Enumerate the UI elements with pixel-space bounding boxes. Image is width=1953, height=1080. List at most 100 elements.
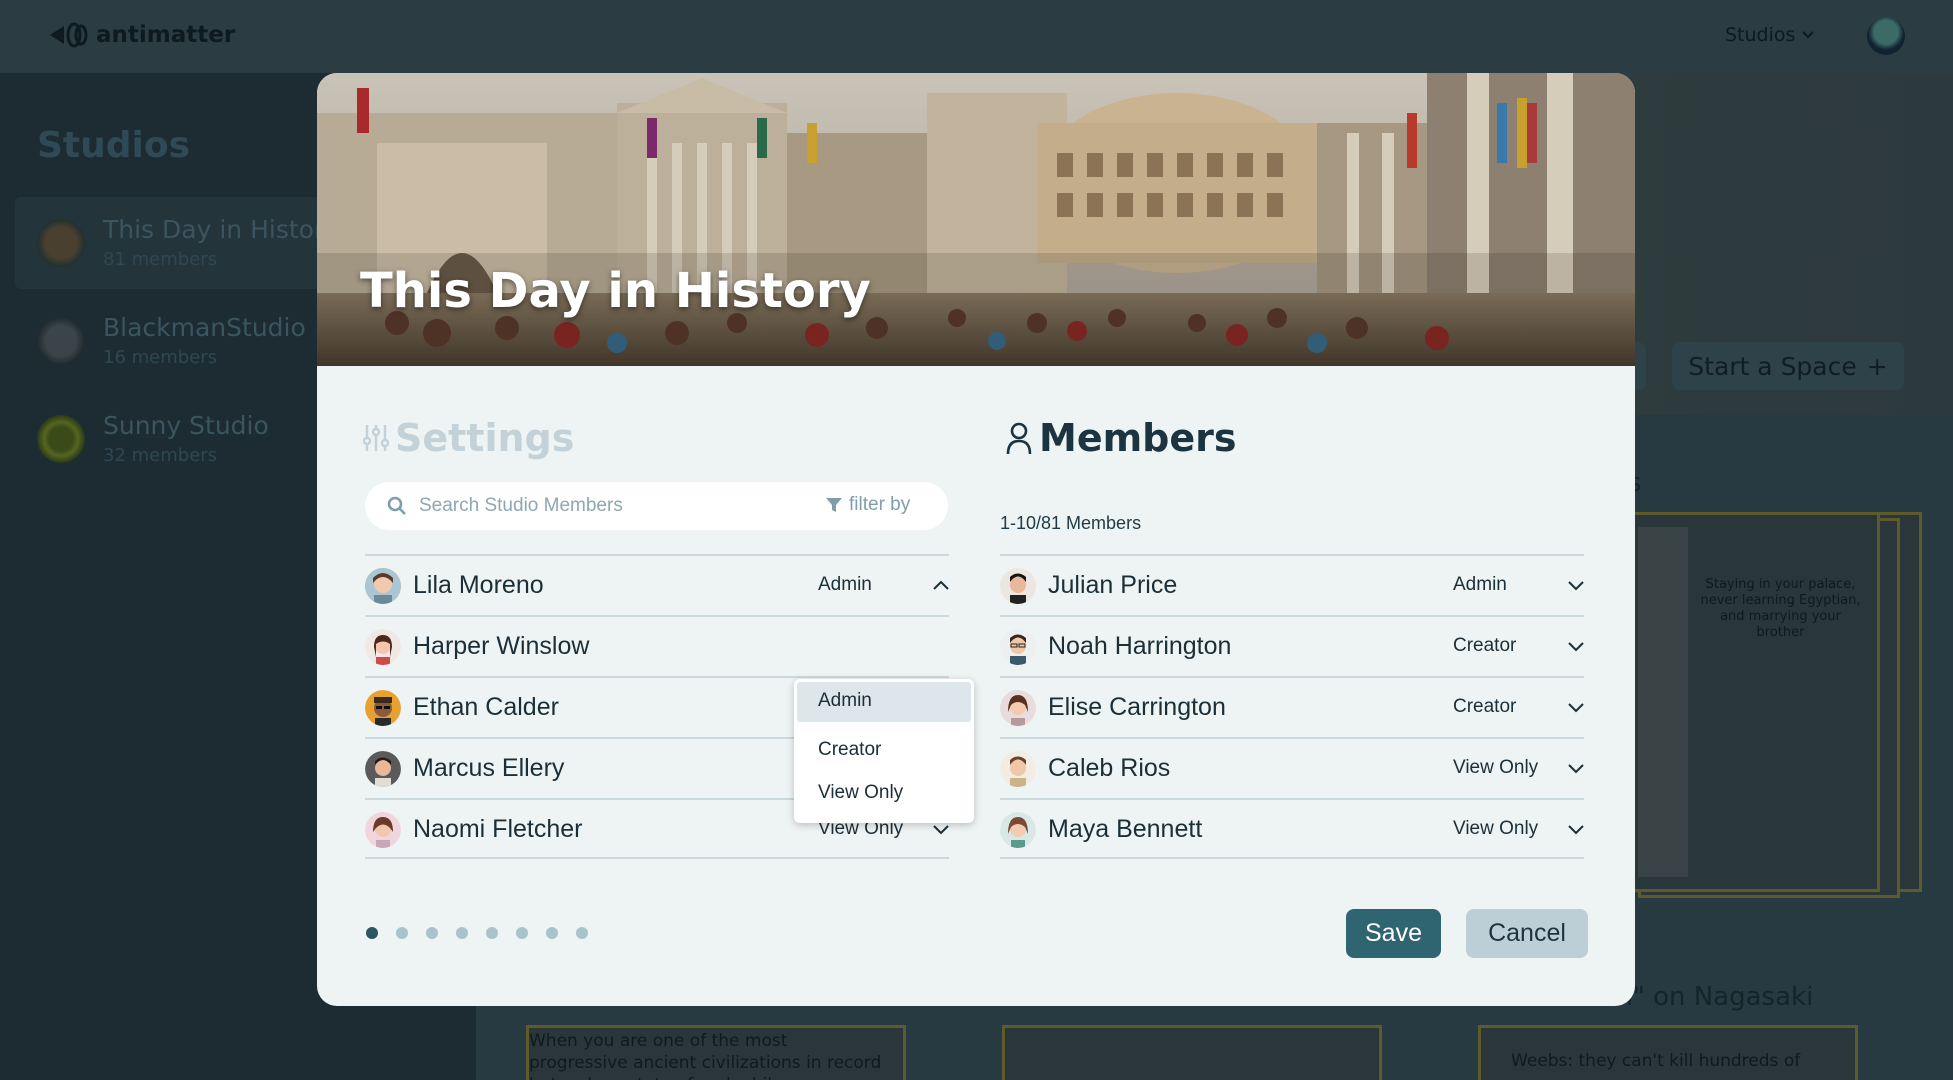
- members-count: 1-10/81 Members: [1000, 513, 1142, 533]
- studio-member-count: 32 members: [103, 445, 218, 466]
- member-name: Maya Bennett: [1048, 815, 1203, 843]
- settings-tab[interactable]: Settings: [363, 416, 574, 460]
- member-avatar[interactable]: [365, 812, 401, 848]
- background-card-text: Staying in your palace, never learning E…: [1700, 577, 1861, 640]
- member-role[interactable]: Admin: [1453, 574, 1507, 596]
- member-avatar[interactable]: [365, 751, 401, 787]
- chevron-down-icon[interactable]: [931, 822, 951, 836]
- studio-settings-modal: This Day in History Settings Members Sea…: [317, 73, 1635, 1006]
- member-name: Noah Harrington: [1048, 632, 1232, 660]
- member-name: Harper Winslow: [413, 632, 590, 660]
- studio-thumbnail: [37, 415, 85, 463]
- chevron-down-icon[interactable]: [1566, 700, 1586, 714]
- studio-name: Sunny Studio: [103, 411, 269, 440]
- member-avatar[interactable]: [1000, 568, 1036, 604]
- member-role[interactable]: Admin: [818, 574, 872, 596]
- member-row: Lila Moreno Admin: [365, 554, 949, 615]
- background-card: Staying in your palace, never learning E…: [1615, 512, 1880, 892]
- top-bar: antimatter Studios: [0, 0, 1953, 73]
- background-card: When you are one of the most progressive…: [526, 1025, 906, 1080]
- chevron-down-icon[interactable]: [1566, 761, 1586, 775]
- filter-label: filter by: [849, 494, 911, 515]
- role-dropdown-menu: Admin Creator View Only: [794, 679, 974, 823]
- member-avatar[interactable]: [1000, 751, 1036, 787]
- studio-thumbnail: [37, 219, 85, 267]
- chevron-up-icon[interactable]: [931, 578, 951, 592]
- page-dot[interactable]: [426, 927, 438, 939]
- chevron-down-icon[interactable]: [1566, 578, 1586, 592]
- page-dot[interactable]: [486, 927, 498, 939]
- members-title: Members: [1039, 416, 1237, 460]
- page-dot[interactable]: [366, 927, 378, 939]
- page-dot[interactable]: [516, 927, 528, 939]
- antimatter-logo-icon: [48, 22, 88, 48]
- background-card-text: When you are one of the most progressive…: [529, 1031, 882, 1080]
- save-button[interactable]: Save: [1346, 909, 1441, 958]
- page-dot[interactable]: [396, 927, 408, 939]
- studios-menu[interactable]: Studios: [1725, 24, 1815, 46]
- studio-title: This Day in History: [360, 263, 871, 319]
- member-name: Naomi Fletcher: [413, 815, 583, 843]
- studio-name: BlackmanStudio: [103, 313, 306, 342]
- start-space-button[interactable]: Start a Space +: [1672, 342, 1904, 390]
- member-role[interactable]: View Only: [1453, 757, 1538, 779]
- hero-image: [317, 73, 1635, 366]
- member-row: Noah Harrington Creator: [1000, 615, 1584, 676]
- studio-thumbnail: [37, 317, 85, 365]
- member-avatar[interactable]: [365, 629, 401, 665]
- chevron-down-icon: [1802, 31, 1815, 39]
- logo[interactable]: antimatter: [48, 22, 235, 48]
- member-search-bar: filter by: [365, 482, 948, 530]
- member-avatar[interactable]: [365, 568, 401, 604]
- user-icon: [1006, 422, 1032, 455]
- background-card-image: [1638, 527, 1688, 877]
- member-row: Julian Price Admin: [1000, 554, 1584, 615]
- member-name: Marcus Ellery: [413, 754, 565, 782]
- member-row: Caleb Rios View Only: [1000, 737, 1584, 798]
- member-avatar[interactable]: [365, 690, 401, 726]
- page-dot[interactable]: [576, 927, 588, 939]
- member-role[interactable]: Creator: [1453, 696, 1516, 718]
- user-avatar[interactable]: [1867, 17, 1905, 55]
- plus-icon: +: [1866, 351, 1888, 381]
- role-option-admin[interactable]: Admin: [797, 682, 971, 722]
- member-row: Elise Carrington Creator: [1000, 676, 1584, 737]
- right-member-list: Julian Price Admin Noah Harrington Creat…: [1000, 554, 1584, 859]
- role-option-creator[interactable]: Creator: [797, 731, 971, 771]
- member-name: Lila Moreno: [413, 571, 544, 599]
- member-row: Harper Winslow: [365, 615, 949, 676]
- studios-menu-label: Studios: [1725, 24, 1796, 46]
- member-role[interactable]: View Only: [1453, 818, 1538, 840]
- page-dot[interactable]: [546, 927, 558, 939]
- member-avatar[interactable]: [1000, 629, 1036, 665]
- member-role[interactable]: Creator: [1453, 635, 1516, 657]
- member-name: Elise Carrington: [1048, 693, 1226, 721]
- settings-title: Settings: [395, 416, 575, 460]
- member-avatar[interactable]: [1000, 690, 1036, 726]
- member-name: Julian Price: [1048, 571, 1178, 599]
- member-name: Caleb Rios: [1048, 754, 1171, 782]
- chevron-down-icon[interactable]: [1566, 639, 1586, 653]
- cancel-button[interactable]: Cancel: [1466, 909, 1588, 958]
- filter-button[interactable]: filter by: [825, 494, 910, 516]
- sidebar-title: Studios: [37, 125, 191, 166]
- studio-member-count: 16 members: [103, 347, 218, 368]
- member-name: Ethan Calder: [413, 693, 559, 721]
- logo-text: antimatter: [96, 22, 236, 48]
- member-avatar[interactable]: [1000, 812, 1036, 848]
- members-tab[interactable]: Members: [1005, 416, 1237, 460]
- member-row: Maya Bennett View Only: [1000, 798, 1584, 859]
- role-option-view-only[interactable]: View Only: [797, 774, 971, 814]
- background-card-text: Weebs: they can't kill hundreds of: [1511, 1051, 1801, 1071]
- search-icon: [387, 496, 406, 515]
- start-space-label: Start a Space: [1688, 351, 1857, 381]
- pagination-dots: [366, 927, 588, 939]
- search-input[interactable]: [419, 492, 779, 520]
- chevron-down-icon[interactable]: [1566, 822, 1586, 836]
- studio-name: This Day in History: [103, 215, 340, 244]
- page-dot[interactable]: [456, 927, 468, 939]
- studio-member-count: 81 members: [103, 249, 218, 270]
- filter-icon: [826, 498, 842, 512]
- background-card: Weebs: they can't kill hundreds of: [1478, 1025, 1858, 1080]
- background-card: [1002, 1025, 1382, 1080]
